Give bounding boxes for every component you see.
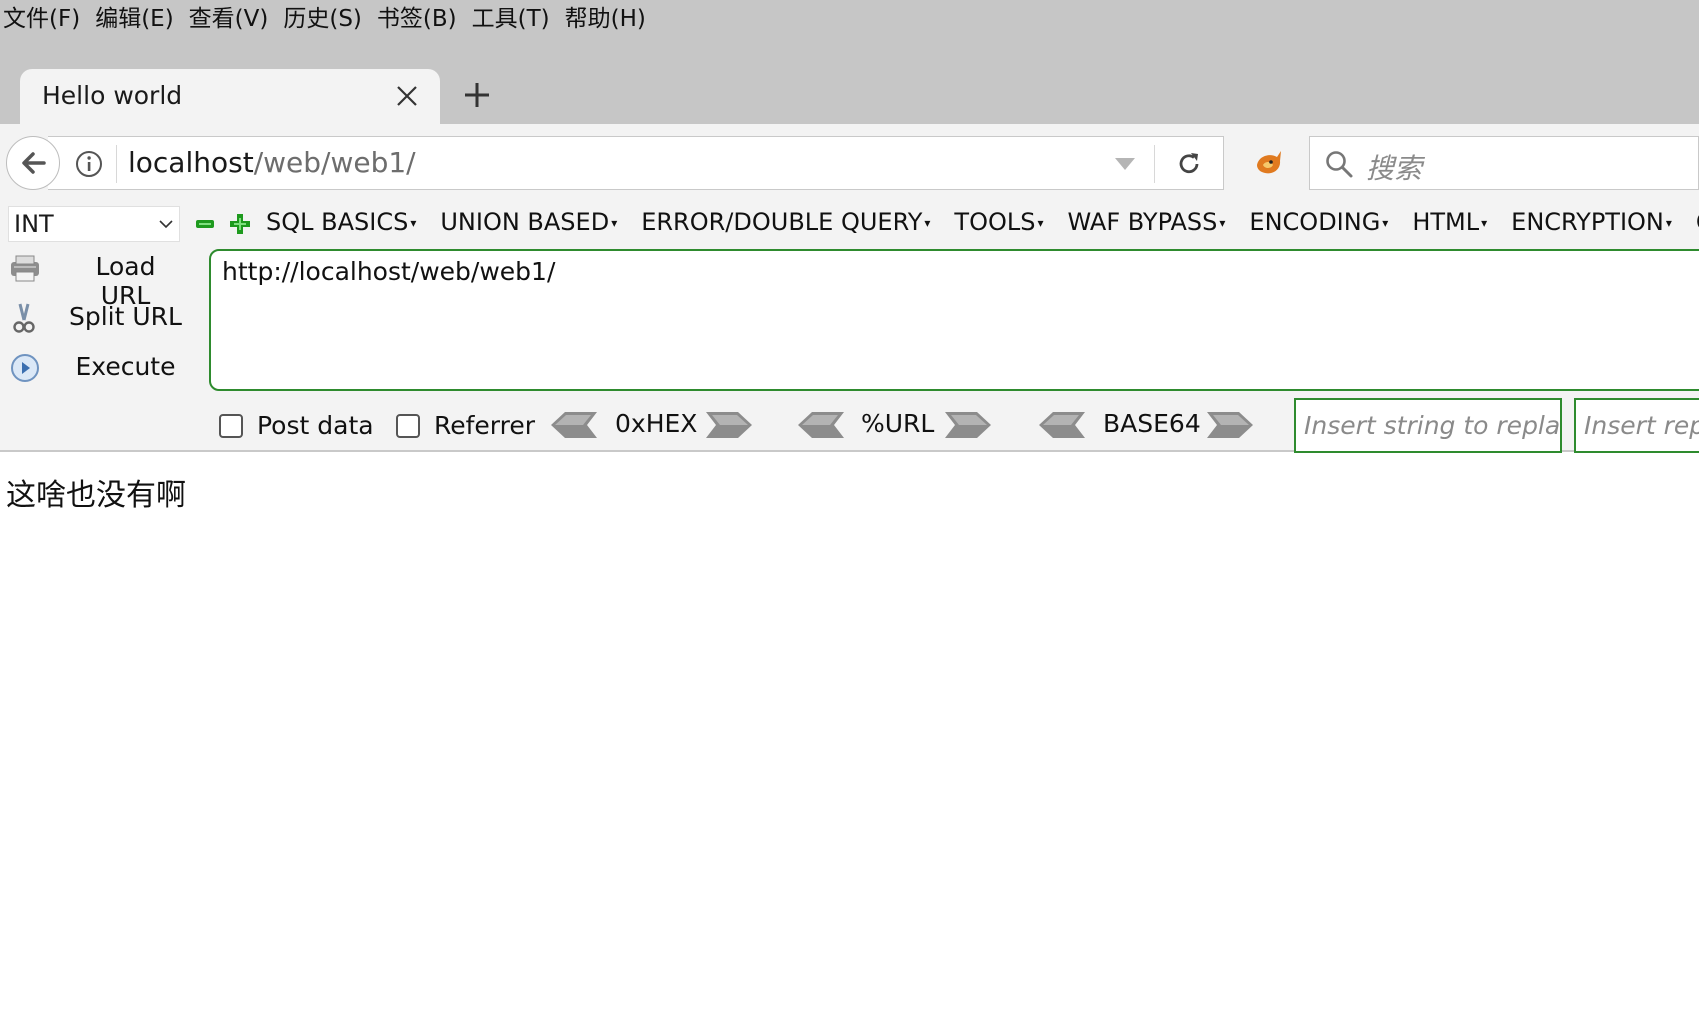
- caret-down-icon: ▾: [1037, 216, 1044, 230]
- close-icon[interactable]: [394, 83, 420, 109]
- url-encode-arrow-icon[interactable]: [945, 412, 991, 438]
- url-separator: [116, 145, 117, 183]
- scissors-icon: [13, 303, 35, 333]
- base64-decode-arrow-icon[interactable]: [1039, 412, 1085, 438]
- checkbox-box[interactable]: [396, 414, 420, 438]
- menu-encoding[interactable]: ENCODING ▾: [1249, 208, 1388, 236]
- replacing-string-placeholder: Insert replacing string: [1584, 411, 1699, 440]
- search-placeholder: 搜索: [1366, 152, 1423, 185]
- menu-view[interactable]: 查看(V): [186, 0, 281, 33]
- plus-icon[interactable]: [462, 80, 492, 110]
- menu-encryption[interactable]: ENCRYPTION ▾: [1511, 208, 1672, 236]
- url-bar[interactable]: localhost/web/web1/: [48, 136, 1224, 190]
- arrow-left-icon: [22, 152, 46, 174]
- search-box[interactable]: 搜索: [1309, 136, 1699, 190]
- url-encode-label: %URL: [861, 409, 935, 438]
- info-icon[interactable]: [74, 149, 104, 179]
- execute-label: Execute: [75, 352, 176, 381]
- caret-down-icon: ▾: [410, 216, 417, 230]
- menu-sql-basics[interactable]: SQL BASICS ▾: [266, 208, 416, 236]
- caret-down-icon: ▾: [1665, 216, 1672, 230]
- page-body-text: 这啥也没有啊: [6, 478, 186, 513]
- menu-label: ENCRYPTION: [1511, 208, 1664, 236]
- hackbar-panel: INT SQL BASICS ▾ UNION BASED ▾ ERROR/DOUBL…: [0, 200, 1699, 453]
- hex-label: 0xHEX: [615, 409, 698, 438]
- menu-label: SQL BASICS: [266, 208, 409, 236]
- menu-label: ERROR/DOUBLE QUERY: [641, 208, 923, 236]
- url-textarea[interactable]: http://localhost/web/web1/: [209, 249, 1699, 391]
- menu-edit[interactable]: 编辑(E): [92, 0, 185, 33]
- load-url-button[interactable]: Load URL: [8, 248, 183, 310]
- url-host: localhost: [128, 146, 254, 179]
- search-icon: [1326, 151, 1353, 178]
- base64-label: BASE64: [1103, 409, 1201, 438]
- tab-strip: Hello world: [0, 32, 1699, 124]
- back-button[interactable]: [6, 136, 60, 190]
- url-text[interactable]: localhost/web/web1/: [128, 146, 416, 179]
- menu-label: UNION BASED: [440, 208, 610, 236]
- play-icon: [11, 354, 39, 382]
- menu-tools[interactable]: 工具(T): [469, 0, 562, 33]
- hackbar-menus: SQL BASICS ▾ UNION BASED ▾ ERROR/DOUBLE QU…: [266, 208, 1699, 236]
- replace-string-input[interactable]: Insert string to replace: [1294, 398, 1562, 453]
- caret-down-icon: ▾: [924, 216, 931, 230]
- menu-tools[interactable]: TOOLS ▾: [954, 208, 1043, 236]
- url-separator-2: [1154, 145, 1155, 183]
- menu-label: WAF BYPASS: [1067, 208, 1218, 236]
- replace-string-placeholder: Insert string to replace: [1304, 411, 1562, 440]
- menu-help[interactable]: 帮助(H): [562, 0, 658, 33]
- tab-title: Hello world: [42, 81, 183, 110]
- chevron-down-icon[interactable]: [1114, 157, 1136, 171]
- hex-encode-arrow-icon[interactable]: [706, 412, 752, 438]
- menu-label: ENCODING: [1249, 208, 1381, 236]
- minus-icon[interactable]: [196, 220, 214, 228]
- caret-down-icon: ▾: [1219, 216, 1226, 230]
- checkbox-box[interactable]: [219, 414, 243, 438]
- menu-bar: 文件(F) 编辑(E) 查看(V) 历史(S) 书签(B) 工具(T) 帮助(H…: [0, 0, 1699, 32]
- split-url-label: Split URL: [69, 302, 182, 331]
- post-data-label: Post data: [257, 411, 374, 440]
- injection-type-select[interactable]: INT: [8, 206, 180, 242]
- menu-bookmarks[interactable]: 书签(B): [374, 0, 469, 33]
- url-textarea-value: http://localhost/web/web1/: [222, 257, 556, 286]
- menu-union-based[interactable]: UNION BASED ▾: [440, 208, 617, 236]
- tab-hello-world[interactable]: Hello world: [20, 69, 440, 124]
- menu-html[interactable]: HTML ▾: [1412, 208, 1487, 236]
- split-url-button[interactable]: Split URL: [8, 298, 183, 338]
- injection-type-value: INT: [14, 210, 54, 238]
- execute-button[interactable]: Execute: [8, 348, 183, 388]
- reload-icon[interactable]: [1174, 149, 1204, 179]
- url-path: /web/web1/: [253, 146, 416, 179]
- caret-down-icon: ▾: [611, 216, 618, 230]
- menu-label: HTML: [1412, 208, 1480, 236]
- menu-error-double-query[interactable]: ERROR/DOUBLE QUERY ▾: [641, 208, 930, 236]
- caret-down-icon: ▾: [1382, 216, 1389, 230]
- hex-decode-arrow-icon[interactable]: [551, 412, 597, 438]
- fox-addon-icon[interactable]: [1251, 145, 1285, 179]
- referrer-label: Referrer: [434, 411, 536, 440]
- menu-label: TOOLS: [954, 208, 1036, 236]
- menu-history[interactable]: 历史(S): [280, 0, 374, 33]
- menu-waf-bypass[interactable]: WAF BYPASS ▾: [1067, 208, 1225, 236]
- chevron-down-icon: [159, 220, 173, 229]
- printer-icon: [11, 255, 39, 282]
- replacing-string-input[interactable]: Insert replacing string: [1574, 398, 1699, 453]
- caret-down-icon: ▾: [1481, 216, 1488, 230]
- base64-encode-arrow-icon[interactable]: [1207, 412, 1253, 438]
- plus-icon[interactable]: [230, 214, 250, 234]
- menu-file[interactable]: 文件(F): [0, 0, 92, 33]
- url-decode-arrow-icon[interactable]: [798, 412, 844, 438]
